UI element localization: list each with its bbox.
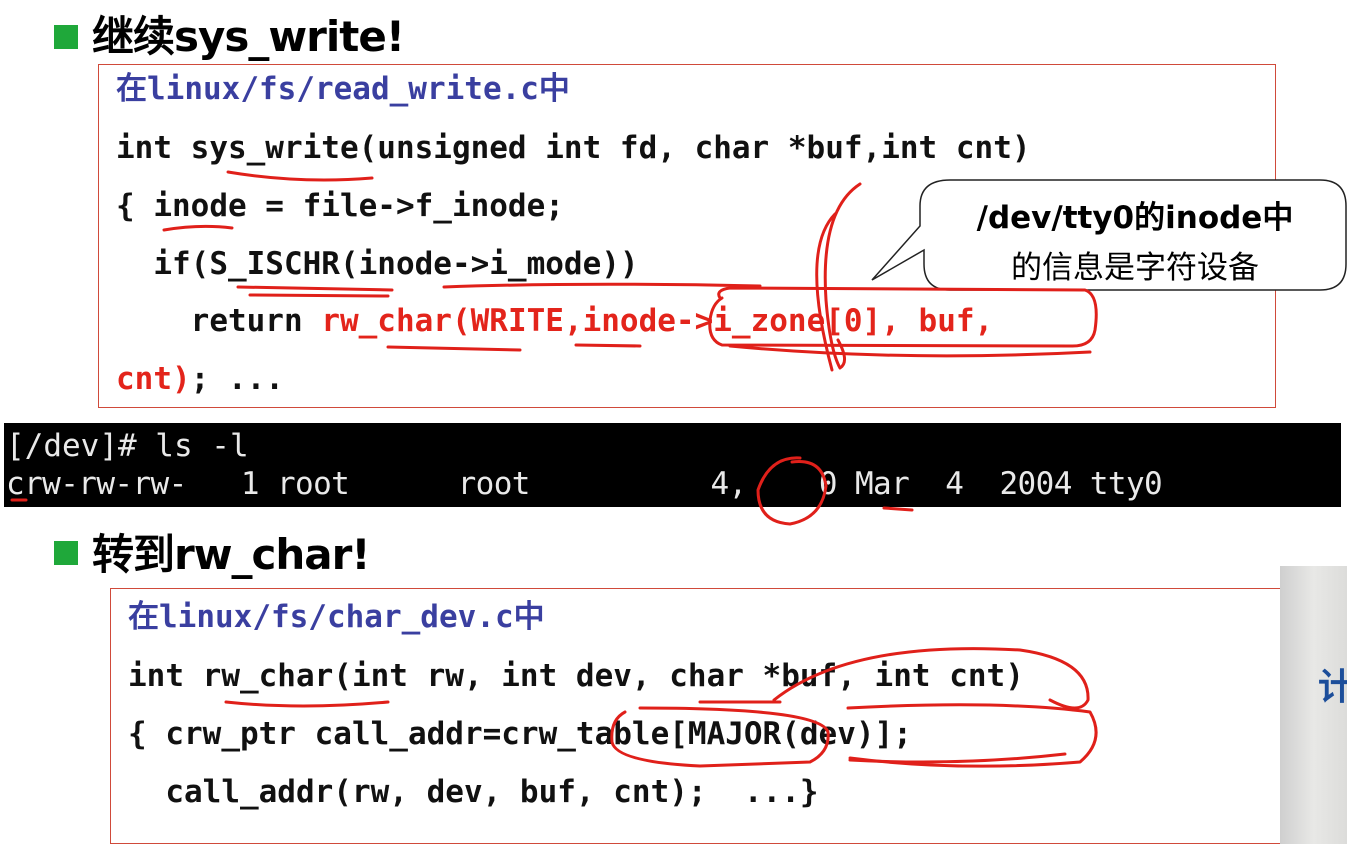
code-path-char-dev: 在linux/fs/char_dev.c中 — [128, 599, 545, 635]
code-return-keyword: return — [116, 303, 322, 339]
code-line-if-ischr: if(S_ISCHR(inode->i_mode)) — [116, 246, 639, 282]
heading-continue-sys-write: 继续sys_write! — [92, 12, 405, 61]
code-line-sys-write-signature: int sys_write(unsigned int fd, char *buf… — [116, 130, 1031, 166]
ink-underline-minor-0 — [882, 506, 914, 512]
code-cnt-arg: cnt) — [116, 361, 191, 397]
terminal-tty0-entry: crw-rw-rw- 1 root root 4, 0 Mar 4 2004 t… — [6, 466, 1163, 502]
callout-line-2: 的信息是字符设备 — [1011, 250, 1259, 286]
code-ellipsis: ; ... — [190, 361, 284, 397]
side-photo-glyph: 计 — [1318, 667, 1347, 708]
bullet-square-1 — [54, 25, 78, 49]
heading-goto-rw-char: 转到rw_char! — [92, 530, 371, 579]
terminal-command-line: [/dev]# ls -l — [6, 428, 249, 464]
code-path-read-write: 在linux/fs/read_write.c中 — [116, 71, 570, 107]
bullet-square-2 — [54, 541, 78, 565]
code-line-return-rw-char: return rw_char(WRITE,inode->i_zone[0], b… — [116, 303, 994, 339]
code-line-rw-char-signature: int rw_char(int rw, int dev, char *buf, … — [128, 658, 1024, 694]
code-rw-char-call: rw_char(WRITE,inode->i_zone[0], buf, — [321, 303, 994, 339]
code-line-call-addr-invoke: call_addr(rw, dev, buf, cnt); ...} — [128, 774, 819, 810]
callout-line-1: /dev/tty0的inode中 — [976, 200, 1294, 236]
terminal-ls-output: [/dev]# ls -l crw-rw-rw- 1 root root 4, … — [4, 423, 1341, 507]
code-line-cnt: cnt); ... — [116, 364, 284, 395]
code-line-call-addr-assign: { crw_ptr call_addr=crw_table[MAJOR(dev)… — [128, 716, 912, 752]
code-line-inode-assign: { inode = file->f_inode; — [116, 188, 564, 224]
